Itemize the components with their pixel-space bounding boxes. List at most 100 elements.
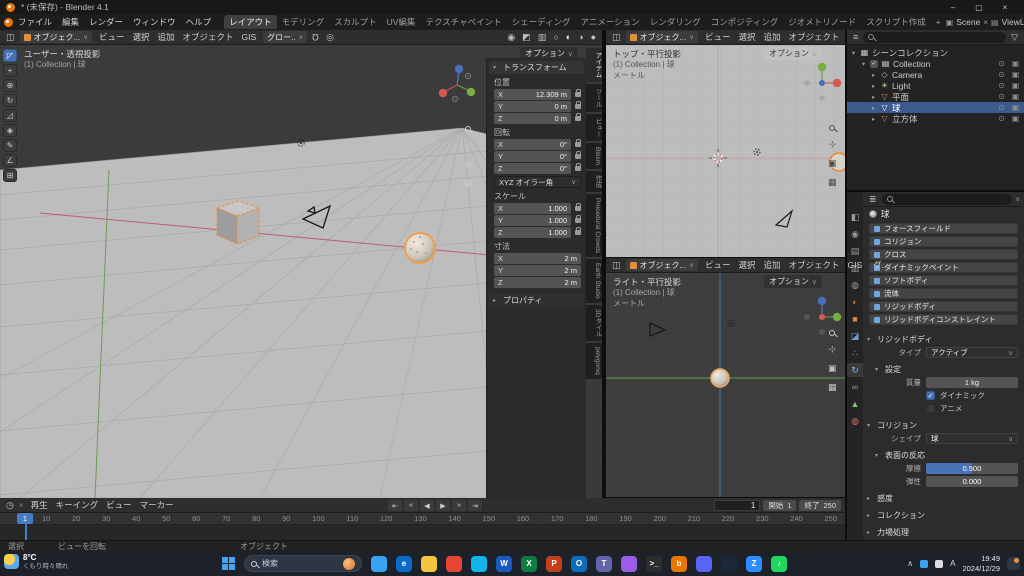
workspace-tab[interactable]: テクスチャペイント bbox=[420, 15, 506, 29]
zoom-icon[interactable] bbox=[829, 125, 835, 131]
workspace-tab[interactable]: スカルプト bbox=[329, 15, 382, 29]
toggle-grid-icon[interactable]: ▦ bbox=[464, 178, 473, 189]
physics-add-button[interactable]: ダイナミックペイント bbox=[869, 262, 1018, 273]
scale-field[interactable]: X1.000 bbox=[494, 203, 571, 214]
shading-wireframe-icon[interactable]: ○ bbox=[551, 32, 560, 42]
shape-dropdown[interactable]: 球∨ bbox=[926, 433, 1018, 444]
timeline-menu-item[interactable]: キーイング bbox=[52, 499, 103, 511]
viewport-menu-item[interactable]: ビュー bbox=[701, 31, 735, 43]
editor-type-icon[interactable]: ◫ bbox=[610, 260, 623, 271]
mode-dropdown[interactable]: オブジェク...∨ bbox=[626, 259, 698, 271]
overlays-icon[interactable]: ◩ bbox=[520, 32, 533, 43]
lock-icon[interactable] bbox=[575, 206, 581, 211]
properties-panel-header[interactable]: ▸プロパティ bbox=[489, 294, 584, 307]
camera-view-icon[interactable]: ▣ bbox=[828, 363, 837, 374]
taskbar-search[interactable]: 検索 bbox=[244, 555, 362, 572]
menu-item[interactable]: ファイル bbox=[13, 16, 57, 28]
viewport-menu-item[interactable]: 選択 bbox=[734, 31, 759, 43]
viewport-menu-item[interactable]: ビュー bbox=[95, 31, 129, 43]
close-button[interactable]: × bbox=[992, 3, 1018, 12]
tool-button[interactable]: ◈ bbox=[3, 124, 17, 137]
n-panel-tab[interactable]: polygoniq bbox=[586, 343, 602, 379]
viewport-menu-item[interactable]: 選択 bbox=[128, 31, 153, 43]
frame-start-field[interactable]: 開始1 bbox=[763, 500, 796, 511]
maximize-button[interactable]: ▢ bbox=[966, 3, 992, 12]
current-frame-field[interactable]: 1 bbox=[714, 500, 760, 511]
zoom-icon[interactable] bbox=[465, 126, 471, 132]
app-icon[interactable] bbox=[371, 556, 387, 572]
viewport-menu-item[interactable]: 追加 bbox=[759, 31, 784, 43]
n-panel-tab[interactable]: 3Dタイル bbox=[586, 305, 602, 341]
menu-item[interactable]: レンダー bbox=[84, 16, 128, 28]
workspace-tab[interactable]: レンダリング bbox=[645, 15, 706, 29]
disable-render-icon[interactable]: ▣ bbox=[1010, 59, 1021, 68]
collection-checkbox[interactable] bbox=[870, 60, 878, 68]
workspace-tab[interactable]: シェーディング bbox=[507, 15, 576, 29]
location-field[interactable]: Z0 m bbox=[494, 113, 571, 124]
outliner-search[interactable] bbox=[863, 32, 1006, 43]
timeline-ruler[interactable]: 1020304050607080901001101201301401501601… bbox=[0, 513, 845, 525]
menu-item[interactable]: 編集 bbox=[57, 16, 84, 28]
properties-tab-icon[interactable]: ◐ bbox=[847, 295, 863, 309]
playback-button[interactable]: « bbox=[404, 500, 418, 511]
add-workspace-button[interactable]: + bbox=[931, 16, 946, 28]
lock-icon[interactable] bbox=[575, 142, 581, 147]
viewport-menu-item[interactable]: ビュー bbox=[701, 259, 735, 271]
disable-render-icon[interactable]: ▣ bbox=[1010, 92, 1021, 101]
app-icon[interactable]: e bbox=[396, 556, 412, 572]
properties-tab-icon[interactable]: ∴ bbox=[847, 346, 863, 360]
viewport-menu-item[interactable]: オブジェクト bbox=[785, 31, 844, 43]
dimension-field[interactable]: Y2 m bbox=[494, 265, 581, 276]
outliner-row[interactable]: ▸ ▽ 球 ⊙ ▣ bbox=[847, 102, 1024, 113]
scene-selector[interactable]: Scene bbox=[956, 17, 980, 27]
orientation-dropdown[interactable]: グロー..∨ bbox=[263, 31, 307, 43]
cube-object[interactable] bbox=[217, 201, 259, 244]
animated-checkbox[interactable] bbox=[926, 404, 935, 413]
physics-add-button[interactable]: 流体 bbox=[869, 288, 1018, 299]
physics-add-button[interactable]: コリジョン bbox=[869, 236, 1018, 247]
app-icon[interactable] bbox=[421, 556, 437, 572]
tool-button[interactable]: ↻ bbox=[3, 94, 17, 107]
hide-eye-icon[interactable]: ⊙ bbox=[996, 70, 1007, 79]
hide-eye-icon[interactable]: ⊙ bbox=[996, 114, 1007, 123]
workspace-tab[interactable]: ジオメトリノード bbox=[783, 15, 861, 29]
n-panel-tab[interactable]: Blosm bbox=[586, 143, 602, 169]
rotation-field[interactable]: X0° bbox=[494, 139, 571, 150]
orientation-dropdown[interactable]: グ.. bbox=[869, 259, 890, 271]
disclosure-icon[interactable]: ▸ bbox=[870, 82, 877, 90]
shading-rendered-icon[interactable]: ● bbox=[589, 32, 598, 42]
timeline-track[interactable] bbox=[0, 525, 845, 540]
workspace-tab[interactable]: レイアウト bbox=[224, 15, 277, 29]
rotation-mode-dropdown[interactable]: XYZ オイラー角∨ bbox=[494, 176, 581, 188]
app-icon[interactable]: T bbox=[596, 556, 612, 572]
n-panel-tab[interactable]: Procedural Crowds bbox=[586, 194, 602, 257]
shading-material-icon[interactable]: ◑ bbox=[576, 32, 585, 42]
collapsed-panel-header[interactable]: ▸感度 bbox=[867, 493, 1020, 504]
properties-tab-icon[interactable]: ↻ bbox=[847, 363, 863, 377]
disclosure-icon[interactable]: ▾ bbox=[860, 60, 867, 68]
app-icon[interactable]: W bbox=[496, 556, 512, 572]
viewport-menu-item[interactable]: オブジェクト bbox=[785, 259, 844, 271]
physics-add-button[interactable]: リジッドボディ bbox=[869, 301, 1018, 312]
n-panel-tab[interactable]: ビュー bbox=[586, 114, 602, 142]
notification-icon[interactable] bbox=[1007, 557, 1020, 570]
camera-view-icon[interactable]: ▣ bbox=[828, 158, 837, 169]
app-icon[interactable]: Z bbox=[746, 556, 762, 572]
minimize-button[interactable]: – bbox=[940, 3, 966, 12]
rb-type-dropdown[interactable]: アクティブ∨ bbox=[926, 347, 1018, 358]
disable-render-icon[interactable]: ▣ bbox=[1010, 70, 1021, 79]
workspace-tab[interactable]: アニメーション bbox=[576, 15, 645, 29]
timeline-menu-item[interactable]: ビュー bbox=[102, 499, 136, 511]
n-panel-tab[interactable]: 作成 bbox=[586, 171, 602, 192]
scale-field[interactable]: Z1.000 bbox=[494, 227, 571, 238]
disclosure-icon[interactable]: ▸ bbox=[870, 71, 877, 79]
editor-type-icon[interactable]: ≡ bbox=[851, 32, 860, 42]
scale-field[interactable]: Y1.000 bbox=[494, 215, 571, 226]
hide-eye-icon[interactable]: ⊙ bbox=[996, 92, 1007, 101]
properties-tab-icon[interactable]: ▲ bbox=[847, 397, 863, 411]
options-dropdown[interactable]: オプション∨ bbox=[764, 275, 822, 288]
disable-render-icon[interactable]: ▣ bbox=[1010, 103, 1021, 112]
editor-type-icon[interactable]: ◷ bbox=[4, 500, 16, 511]
xray-icon[interactable]: ▥ bbox=[536, 32, 549, 43]
viewport-menu-item[interactable]: オブジェクト bbox=[179, 31, 238, 43]
